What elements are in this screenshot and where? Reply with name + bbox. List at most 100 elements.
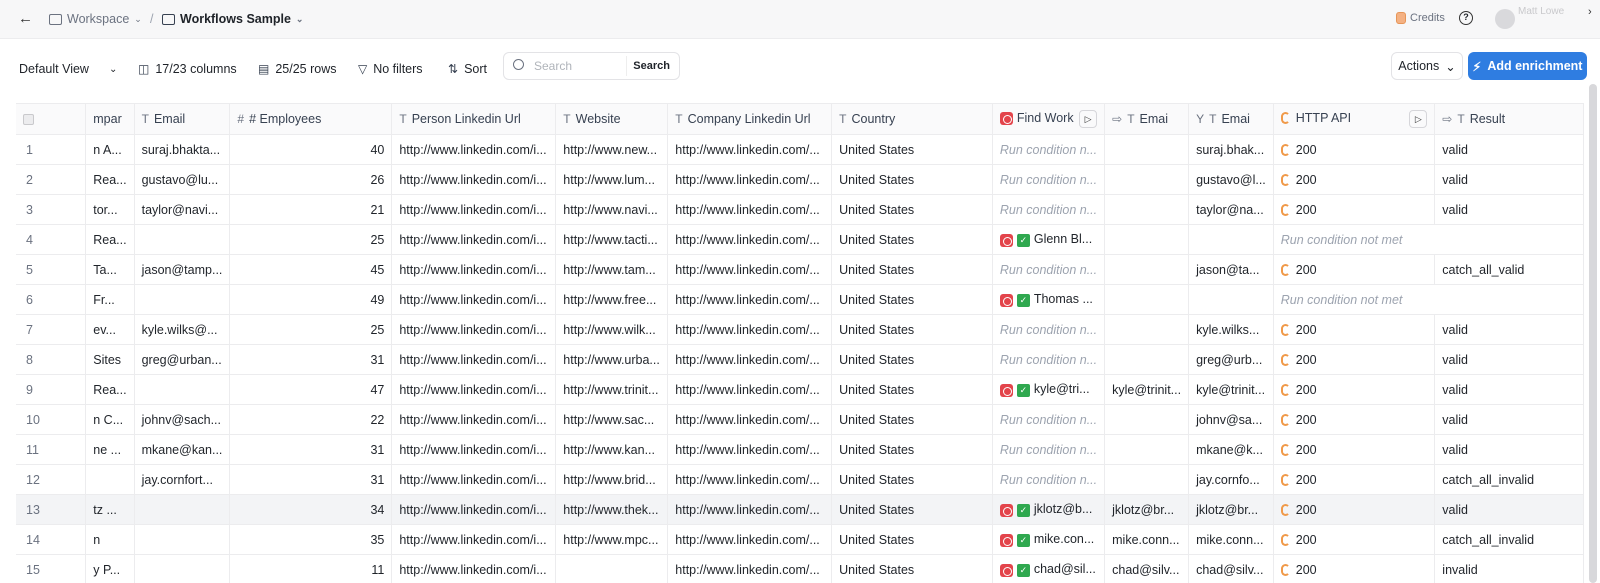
cell-email-2[interactable] — [1104, 164, 1190, 195]
cell-website[interactable]: http://www.lum... — [555, 164, 669, 195]
cell-person-linkedin[interactable]: http://www.linkedin.com/i... — [391, 344, 557, 375]
cell-employees[interactable]: 25 — [229, 224, 393, 255]
table-row[interactable]: 1n A... suraj.bhakta... 40 http://www.linke… — [16, 134, 1584, 165]
cell-http-api[interactable]: 200 — [1273, 164, 1436, 195]
cell-employees[interactable]: 25 — [229, 314, 393, 345]
cell-result[interactable]: invalid — [1434, 554, 1584, 583]
cell-website[interactable]: http://www.free... — [555, 284, 669, 315]
cell-find-work[interactable]: ✓ kyle@tri... — [992, 374, 1106, 405]
cell-find-work[interactable]: Run condition n... — [992, 404, 1106, 435]
cell-employees[interactable]: 11 — [229, 554, 393, 583]
cell-employees[interactable]: 49 — [229, 284, 393, 315]
cell-company[interactable]: Ta... — [85, 254, 135, 285]
row-number[interactable]: 8 — [16, 344, 87, 375]
cell-http-api[interactable]: 200 — [1273, 134, 1436, 165]
cell-find-work[interactable]: Run condition n... — [992, 314, 1106, 345]
credits-button[interactable]: Credits — [1396, 12, 1445, 24]
cell-http-api[interactable]: 200 — [1273, 254, 1436, 285]
cell-email[interactable]: jay.cornfort... — [134, 464, 231, 495]
cell-email-3[interactable]: johnv@sa... — [1188, 404, 1274, 435]
cell-email[interactable] — [134, 284, 231, 315]
table-row[interactable]: 10 n C... johnv@sach... 22 http://www.linked… — [16, 404, 1584, 435]
cell-result[interactable]: valid — [1434, 194, 1584, 225]
row-number[interactable]: 6 — [16, 284, 87, 315]
table-row[interactable]: 14 n 35 http://www.linkedin.com/i... http://… — [16, 524, 1584, 555]
cell-http-api[interactable]: 200 — [1273, 494, 1436, 525]
cell-find-work[interactable]: ✓ mike.con... — [992, 524, 1106, 555]
cell-person-linkedin[interactable]: http://www.linkedin.com/i... — [391, 374, 557, 405]
cell-person-linkedin[interactable]: http://www.linkedin.com/i... — [391, 284, 557, 315]
avatar[interactable] — [1495, 9, 1515, 29]
cell-email-2[interactable] — [1104, 134, 1190, 165]
cell-email-3[interactable]: mike.conn... — [1188, 524, 1274, 555]
row-number[interactable]: 5 — [16, 254, 87, 285]
cell-company[interactable]: y P... — [85, 554, 135, 583]
cell-company-linkedin[interactable]: http://www.linkedin.com/... — [667, 314, 833, 345]
cell-employees[interactable]: 35 — [229, 524, 393, 555]
cell-find-work[interactable]: Run condition n... — [992, 254, 1106, 285]
cell-email-3[interactable]: jason@ta... — [1188, 254, 1274, 285]
column-header-http-api[interactable]: HTTP API ▷ — [1273, 103, 1436, 135]
cell-email-2[interactable]: jklotz@br... — [1104, 494, 1190, 525]
play-icon[interactable]: ▷ — [1409, 109, 1428, 128]
cell-email[interactable]: gustavo@lu... — [134, 164, 231, 195]
cell-http-api[interactable]: Run condition not met — [1273, 284, 1585, 315]
cell-country[interactable]: United States — [831, 554, 993, 583]
cell-company-linkedin[interactable]: http://www.linkedin.com/... — [667, 464, 833, 495]
cell-http-api[interactable]: 200 — [1273, 404, 1436, 435]
select-all-header[interactable] — [16, 103, 87, 135]
cell-http-api[interactable]: 200 — [1273, 374, 1436, 405]
cell-find-work[interactable]: Run condition n... — [992, 344, 1106, 375]
cell-website[interactable] — [555, 554, 669, 583]
cell-employees[interactable]: 26 — [229, 164, 393, 195]
cell-person-linkedin[interactable]: http://www.linkedin.com/i... — [391, 254, 557, 285]
row-number[interactable]: 12 — [16, 464, 87, 495]
cell-country[interactable]: United States — [831, 164, 993, 195]
cell-email-3[interactable]: jay.cornfo... — [1188, 464, 1274, 495]
table-row[interactable]: 3 tor... taylor@navi... 21 http://www.linked… — [16, 194, 1584, 225]
breadcrumb-workspace[interactable]: Workspace ⌄ — [49, 12, 142, 26]
chevron-right-icon[interactable]: › — [1588, 6, 1592, 18]
columns-button[interactable]: ◫ 17/23 columns — [138, 58, 237, 80]
cell-company[interactable]: Sites — [85, 344, 135, 375]
cell-company-linkedin[interactable]: http://www.linkedin.com/... — [667, 374, 833, 405]
cell-employees[interactable]: 40 — [229, 134, 393, 165]
cell-email-3[interactable]: jklotz@br... — [1188, 494, 1274, 525]
row-number[interactable]: 14 — [16, 524, 87, 555]
cell-company[interactable]: tz ... — [85, 494, 135, 525]
cell-email-3[interactable] — [1188, 284, 1274, 315]
cell-find-work[interactable]: ✓ chad@sil... — [992, 554, 1106, 583]
cell-email[interactable]: taylor@navi... — [134, 194, 231, 225]
table-row[interactable]: 11 ne ... mkane@kan... 31 http://www.linkedi… — [16, 434, 1584, 465]
column-header-result[interactable]: ⇨ T Result — [1434, 103, 1584, 135]
row-number[interactable]: 15 — [16, 554, 87, 583]
cell-person-linkedin[interactable]: http://www.linkedin.com/i... — [391, 554, 557, 583]
cell-email[interactable]: johnv@sach... — [134, 404, 231, 435]
cell-result[interactable]: catch_all_invalid — [1434, 524, 1584, 555]
column-header-country[interactable]: T Country — [831, 103, 993, 135]
cell-email-3[interactable]: chad@silv... — [1188, 554, 1274, 583]
column-header-company[interactable]: mpar — [85, 103, 135, 135]
cell-email[interactable] — [134, 374, 231, 405]
row-number[interactable]: 11 — [16, 434, 87, 465]
cell-country[interactable]: United States — [831, 404, 993, 435]
row-number[interactable]: 4 — [16, 224, 87, 255]
cell-http-api[interactable]: Run condition not met — [1273, 224, 1585, 255]
cell-country[interactable]: United States — [831, 344, 993, 375]
cell-website[interactable]: http://www.tacti... — [555, 224, 669, 255]
cell-find-work[interactable]: ✓ Thomas ... — [992, 284, 1106, 315]
cell-person-linkedin[interactable]: http://www.linkedin.com/i... — [391, 524, 557, 555]
breadcrumb-workflow[interactable]: Workflows Sample ⌄ — [162, 12, 303, 26]
cell-company-linkedin[interactable]: http://www.linkedin.com/... — [667, 194, 833, 225]
column-header-website[interactable]: T Website — [555, 103, 669, 135]
cell-email-3[interactable]: gustavo@l... — [1188, 164, 1274, 195]
cell-country[interactable]: United States — [831, 314, 993, 345]
table-row[interactable]: 2 Rea... gustavo@lu... 26 http://www.linkedi… — [16, 164, 1584, 195]
cell-company-linkedin[interactable]: http://www.linkedin.com/... — [667, 224, 833, 255]
cell-company-linkedin[interactable]: http://www.linkedin.com/... — [667, 164, 833, 195]
cell-find-work[interactable]: ✓ Glenn Bl... — [992, 224, 1106, 255]
table-row[interactable]: 8 Sites greg@urban... 31 http://www.linkedin… — [16, 344, 1584, 375]
cell-email-2[interactable] — [1104, 314, 1190, 345]
cell-website[interactable]: http://www.wilk... — [555, 314, 669, 345]
cell-email[interactable] — [134, 224, 231, 255]
